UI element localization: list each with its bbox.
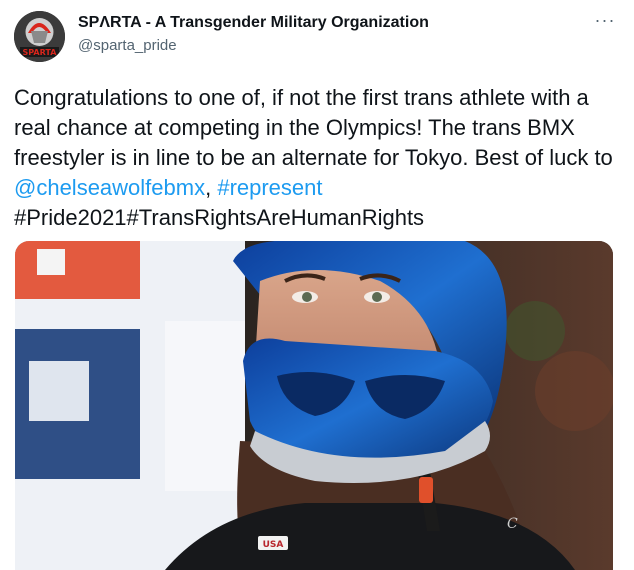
avatar-text: SPARTA	[23, 48, 58, 57]
more-options-icon[interactable]: ···	[591, 10, 619, 34]
shirt-text: USA	[263, 540, 284, 550]
display-name[interactable]: SPΛRTA - A Transgender Military Organiza…	[78, 14, 429, 32]
shirt-logo: C	[507, 516, 518, 532]
spartan-helmet-logo-icon: SPARTA	[14, 11, 65, 62]
hashtag-link-represent[interactable]: #represent	[217, 175, 322, 200]
user-handle[interactable]: @sparta_pride	[78, 37, 177, 54]
tweet-text-body: Congratulations to one of, if not the fi…	[14, 85, 613, 170]
tweet-text: Congratulations to one of, if not the fi…	[14, 83, 626, 233]
avatar[interactable]: SPARTA	[14, 11, 65, 62]
tweet-text-separator: ,	[205, 175, 218, 200]
tweet-media-image[interactable]: USA C	[15, 241, 613, 570]
mention-link[interactable]: @chelseawolfebmx	[14, 175, 205, 200]
athlete-photo: USA C	[15, 241, 613, 570]
tweet: SPARTA SPΛRTA - A Transgender Military O…	[0, 0, 634, 570]
hashtag-text-pride: #Pride2021#TransRightsAreHumanRights	[14, 205, 425, 230]
